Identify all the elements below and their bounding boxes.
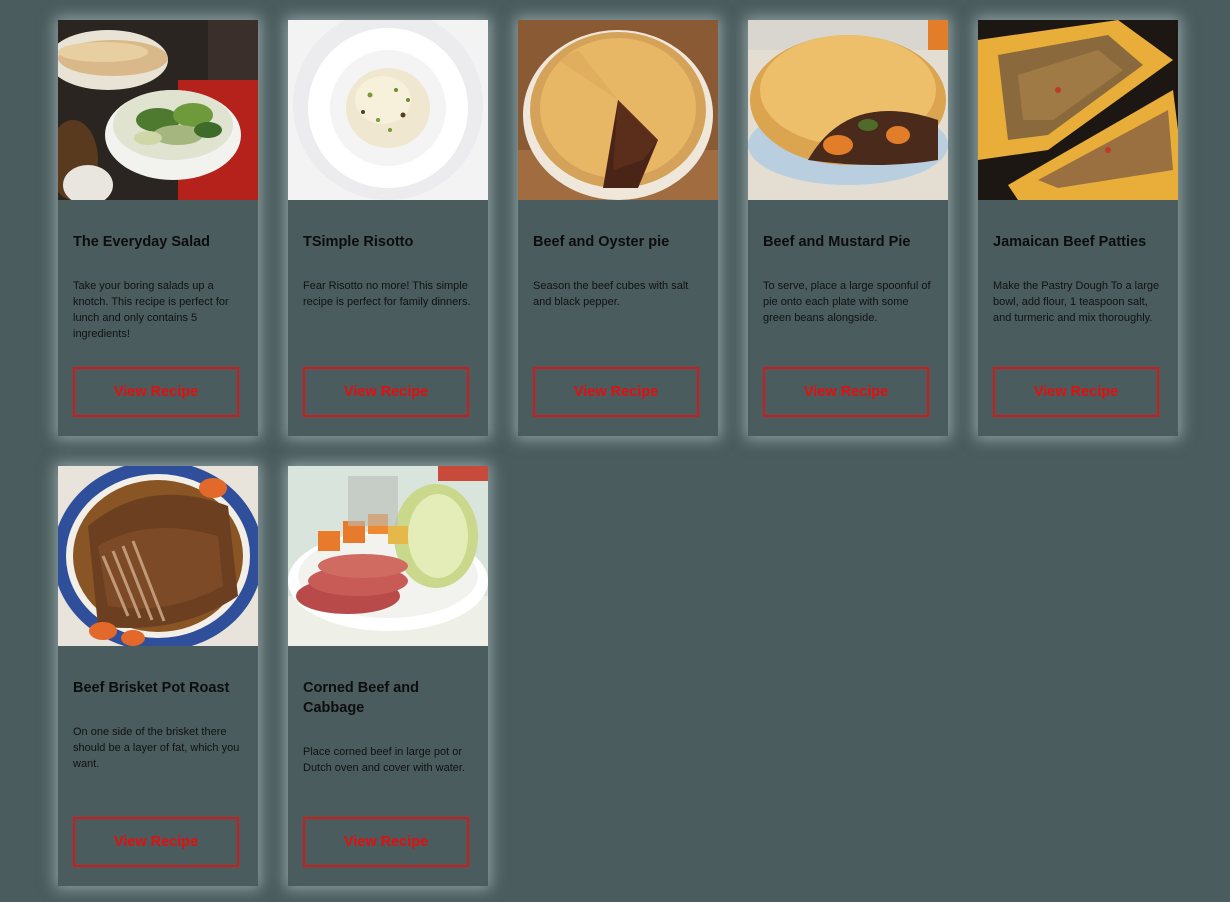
brisket-image [58, 466, 258, 646]
recipe-card: Beef and Oyster pie Season the beef cube… [518, 20, 718, 436]
recipe-description: Place corned beef in large pot or Dutch … [303, 746, 466, 774]
card-body: Jamaican Beef Patties Make the Pastry Do… [978, 200, 1178, 326]
recipe-card: TSimple Risotto Fear Risotto no more! Th… [288, 20, 488, 436]
recipe-description: Take your boring salads up a knotch. Thi… [73, 280, 229, 340]
view-recipe-button[interactable]: View Recipe [763, 367, 929, 417]
salad-image [58, 20, 258, 200]
view-recipe-button[interactable]: View Recipe [73, 817, 239, 867]
view-recipe-button[interactable]: View Recipe [303, 367, 469, 417]
recipe-title: Beef and Oyster pie [533, 234, 670, 250]
recipe-card: Corned Beef and Cabbage Place corned bee… [288, 466, 488, 886]
card-body: TSimple Risotto Fear Risotto no more! Th… [288, 200, 488, 310]
risotto-image [288, 20, 488, 200]
recipe-title: Beef and Mustard Pie [763, 234, 911, 250]
card-body: Beef and Oyster pie Season the beef cube… [518, 200, 718, 310]
recipe-card: The Everyday Salad Take your boring sala… [58, 20, 258, 436]
recipe-card: Beef and Mustard Pie To serve, place a l… [748, 20, 948, 436]
view-recipe-button[interactable]: View Recipe [303, 817, 469, 867]
view-recipe-button[interactable]: View Recipe [533, 367, 699, 417]
beef-patties-image [978, 20, 1178, 200]
recipe-title: Beef Brisket Pot Roast [73, 680, 230, 696]
recipe-title: Jamaican Beef Patties [993, 234, 1147, 250]
card-body: Beef and Mustard Pie To serve, place a l… [748, 200, 948, 326]
recipe-card: Jamaican Beef Patties Make the Pastry Do… [978, 20, 1178, 436]
card-body: Beef Brisket Pot Roast On one side of th… [58, 646, 258, 772]
view-recipe-button[interactable]: View Recipe [993, 367, 1159, 417]
recipe-description: To serve, place a large spoonful of pie … [763, 280, 931, 324]
recipe-title: Corned Beef and Cabbage [303, 680, 420, 716]
corned-beef-image [288, 466, 488, 646]
recipe-title: The Everyday Salad [73, 234, 211, 250]
recipe-description: Make the Pastry Dough To a large bowl, a… [993, 280, 1160, 324]
card-body: The Everyday Salad Take your boring sala… [58, 200, 258, 342]
recipe-description: Season the beef cubes with salt and blac… [533, 280, 689, 308]
mustard-pie-image [748, 20, 948, 200]
card-body: Corned Beef and Cabbage Place corned bee… [288, 646, 488, 776]
recipe-description: Fear Risotto no more! This simple recipe… [303, 280, 471, 308]
recipe-description: On one side of the brisket there should … [73, 726, 240, 770]
view-recipe-button[interactable]: View Recipe [73, 367, 239, 417]
oyster-pie-image [518, 20, 718, 200]
recipe-card: Beef Brisket Pot Roast On one side of th… [58, 466, 258, 886]
recipe-title: TSimple Risotto [303, 234, 414, 250]
